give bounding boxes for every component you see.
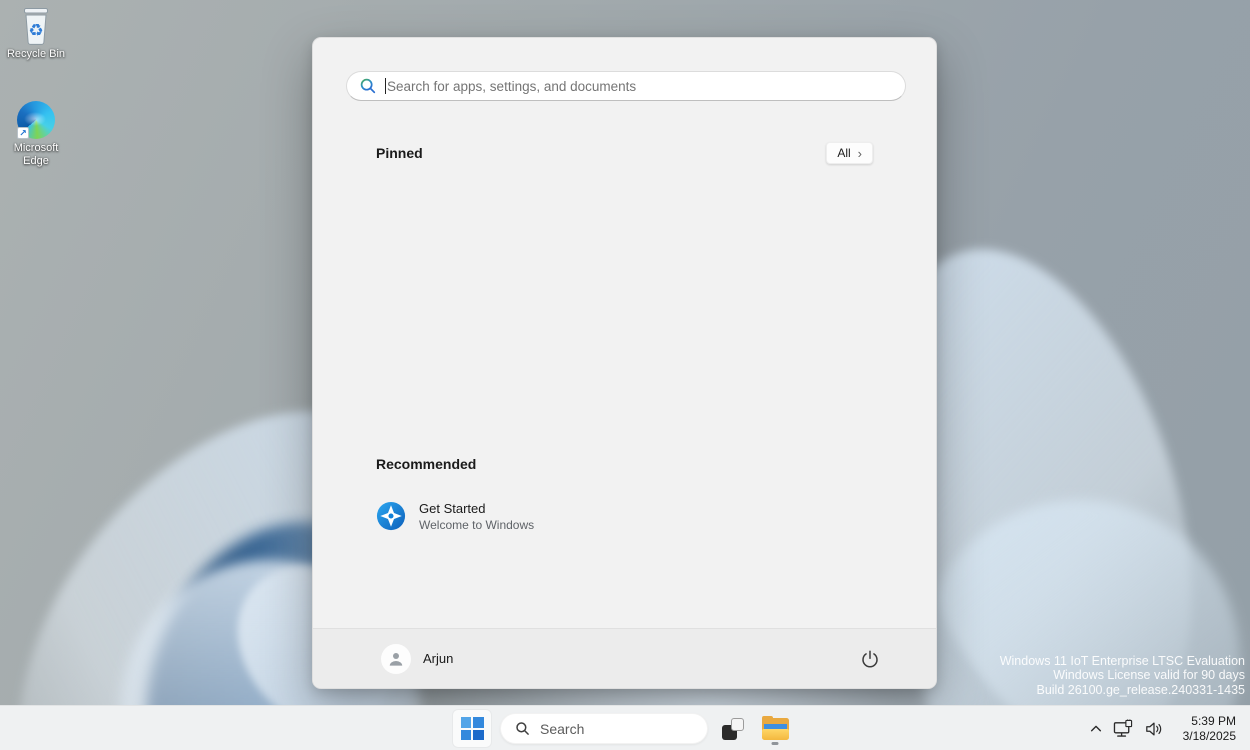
windows-logo-icon xyxy=(461,717,484,740)
recommended-item-subtitle: Welcome to Windows xyxy=(419,518,534,532)
desktop-icon-microsoft-edge[interactable]: ↗ Microsoft Edge xyxy=(2,100,70,168)
file-explorer-button[interactable] xyxy=(756,710,794,747)
person-icon xyxy=(386,649,406,669)
chevron-up-icon xyxy=(1089,722,1103,736)
tray-date: 3/18/2025 xyxy=(1183,729,1236,744)
text-caret xyxy=(385,78,386,94)
taskbar-search-box[interactable]: Search xyxy=(500,713,708,744)
get-started-icon xyxy=(376,501,406,531)
recommended-item-title: Get Started xyxy=(419,501,534,516)
watermark-line: Windows 11 IoT Enterprise LTSC Evaluatio… xyxy=(1000,654,1245,669)
watermark-line: Windows License valid for 90 days xyxy=(1000,668,1245,683)
start-search-input[interactable]: Search for apps, settings, and documents xyxy=(346,71,906,101)
task-view-icon xyxy=(722,718,744,740)
start-button[interactable] xyxy=(453,710,491,747)
start-menu: Search for apps, settings, and documents… xyxy=(312,37,937,689)
pinned-grid xyxy=(376,170,873,440)
shortcut-arrow-icon: ↗ xyxy=(17,127,29,139)
edge-icon: ↗ xyxy=(16,100,56,140)
tray-time: 5:39 PM xyxy=(1183,714,1236,729)
speaker-icon xyxy=(1144,720,1164,738)
taskbar: Search xyxy=(0,705,1250,750)
ethernet-network-icon xyxy=(1113,719,1134,738)
running-indicator xyxy=(772,742,779,745)
taskbar-search-label: Search xyxy=(540,721,584,737)
search-icon xyxy=(359,77,377,95)
recommended-item-get-started[interactable]: Get Started Welcome to Windows xyxy=(368,493,648,539)
search-placeholder: Search for apps, settings, and documents xyxy=(387,79,636,94)
file-explorer-icon xyxy=(762,718,789,740)
recycle-bin-icon: ♻ xyxy=(16,6,56,46)
license-watermark: Windows 11 IoT Enterprise LTSC Evaluatio… xyxy=(1000,654,1245,698)
clock[interactable]: 5:39 PM 3/18/2025 xyxy=(1177,712,1242,746)
recommended-heading: Recommended xyxy=(376,456,476,472)
chevron-right-icon: › xyxy=(858,147,862,160)
power-icon xyxy=(860,649,880,669)
power-button[interactable] xyxy=(852,642,888,676)
user-name: Arjun xyxy=(423,651,453,666)
search-icon xyxy=(515,721,530,736)
network-button[interactable] xyxy=(1108,711,1139,747)
pinned-all-button[interactable]: All › xyxy=(826,142,873,164)
desktop-icon-label: Recycle Bin xyxy=(7,48,65,61)
user-profile-button[interactable]: Arjun xyxy=(377,640,461,678)
desktop-icon-recycle-bin[interactable]: ♻ Recycle Bin xyxy=(2,6,70,61)
task-view-button[interactable] xyxy=(714,710,752,747)
pinned-heading: Pinned xyxy=(376,145,423,161)
svg-text:♻: ♻ xyxy=(28,21,43,41)
volume-button[interactable] xyxy=(1139,711,1169,747)
all-button-label: All xyxy=(837,146,850,160)
tray-overflow-button[interactable] xyxy=(1084,711,1108,747)
recommended-item-text: Get Started Welcome to Windows xyxy=(419,501,534,532)
watermark-line: Build 26100.ge_release.240331-1435 xyxy=(1000,683,1245,698)
desktop-icon-label: Microsoft Edge xyxy=(2,142,70,168)
desktop: ♻ Recycle Bin ↗ Microsoft Edge Windows 1… xyxy=(0,0,1250,750)
avatar xyxy=(381,644,411,674)
start-menu-footer: Arjun xyxy=(313,628,936,688)
system-tray: 5:39 PM 3/18/2025 xyxy=(1084,706,1250,750)
